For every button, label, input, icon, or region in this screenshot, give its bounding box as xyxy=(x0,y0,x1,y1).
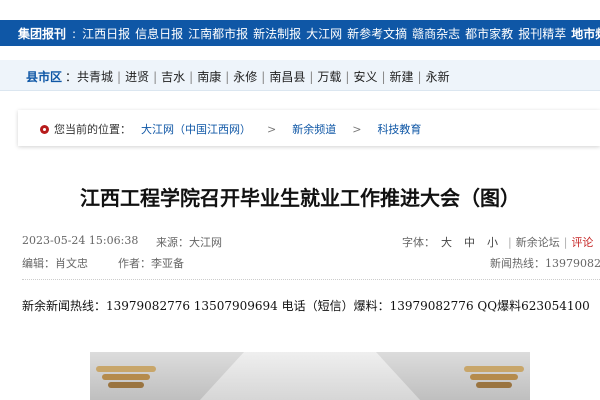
divider xyxy=(22,279,600,280)
chandelier-right xyxy=(464,356,524,396)
hotline-text: 新余新闻热线：13979082776 13507909694 电话（短信）爆料：… xyxy=(22,299,590,313)
local-label: 地市频道 xyxy=(571,27,600,41)
group-label: 集团报刊 xyxy=(18,27,67,41)
county-label: 县市区 xyxy=(26,70,63,84)
top-nav-bar: 集团报刊: 江西日报 信息日报 江南都市报 新法制报 大江网 新参考文摘 赣商杂… xyxy=(0,20,600,46)
comment-link[interactable]: 评论（） xyxy=(571,236,600,249)
top-nav-item[interactable]: 江西日报 xyxy=(82,25,130,42)
author: 作者：李亚备 xyxy=(118,257,184,270)
top-nav-item[interactable]: 赣商杂志 xyxy=(412,25,460,42)
top-nav-item[interactable]: 都市家教 xyxy=(465,25,513,42)
top-nav-item[interactable]: 信息日报 xyxy=(135,25,183,42)
forum-link[interactable]: 新余论坛 xyxy=(516,236,560,249)
county-item[interactable]: 万载 xyxy=(317,68,341,85)
photo-ceiling xyxy=(200,352,420,400)
top-nav-item[interactable]: 大江网 xyxy=(306,25,342,42)
top-nav-item[interactable]: 报刊精萃 xyxy=(518,25,566,42)
font-size-label: 字体： xyxy=(402,236,435,249)
publish-datetime: 2023-05-24 15:06:38 xyxy=(22,234,139,247)
county-item[interactable]: 共青城 xyxy=(77,68,113,85)
breadcrumb-prefix: 您当前的位置： xyxy=(54,123,131,136)
chandelier-left xyxy=(96,356,156,396)
county-item[interactable]: 安义 xyxy=(353,68,377,85)
county-item[interactable]: 永新 xyxy=(426,68,450,85)
county-item[interactable]: 永修 xyxy=(233,68,257,85)
font-size-controls: 字体：大中小|新余论坛|评论（） xyxy=(402,234,600,250)
article-source: 来源：大江网 xyxy=(156,236,222,249)
article-title: 江西工程学院召开毕业生就业工作推进大会（图） xyxy=(80,186,520,210)
news-hotline: 新闻热线：13979082776 xyxy=(490,257,600,270)
county-nav: 县市区： 共青城 | 进贤 | 吉水 | 南康 | 永修 | 南昌县 | 万载 | 安义 | 新… xyxy=(0,60,600,91)
font-size-large[interactable]: 大 xyxy=(441,236,452,249)
county-item[interactable]: 吉水 xyxy=(161,68,185,85)
breadcrumb-separator: > xyxy=(352,122,362,136)
editor: 编辑：肖文忠 xyxy=(22,257,88,270)
county-item[interactable]: 南康 xyxy=(197,68,221,85)
breadcrumb-section[interactable]: 科技教育 xyxy=(377,121,421,137)
county-item[interactable]: 南昌县 xyxy=(269,68,305,85)
breadcrumb: 您当前的位置： 大江网（中国江西网） > 新余频道 > 科技教育 xyxy=(18,110,600,146)
font-size-small[interactable]: 小 xyxy=(487,236,498,249)
county-item[interactable]: 新建 xyxy=(390,68,414,85)
county-item[interactable]: 进贤 xyxy=(125,68,149,85)
top-nav-item[interactable]: 新参考文摘 xyxy=(347,25,407,42)
breadcrumb-channel[interactable]: 新余频道 xyxy=(292,121,336,137)
font-size-medium[interactable]: 中 xyxy=(464,236,475,249)
breadcrumb-home[interactable]: 大江网（中国江西网） xyxy=(141,121,251,137)
top-nav-item[interactable]: 新法制报 xyxy=(253,25,301,42)
location-icon xyxy=(40,124,49,134)
top-nav-item[interactable]: 江南都市报 xyxy=(188,25,248,42)
article-photo xyxy=(90,352,530,400)
breadcrumb-separator: > xyxy=(267,122,277,136)
